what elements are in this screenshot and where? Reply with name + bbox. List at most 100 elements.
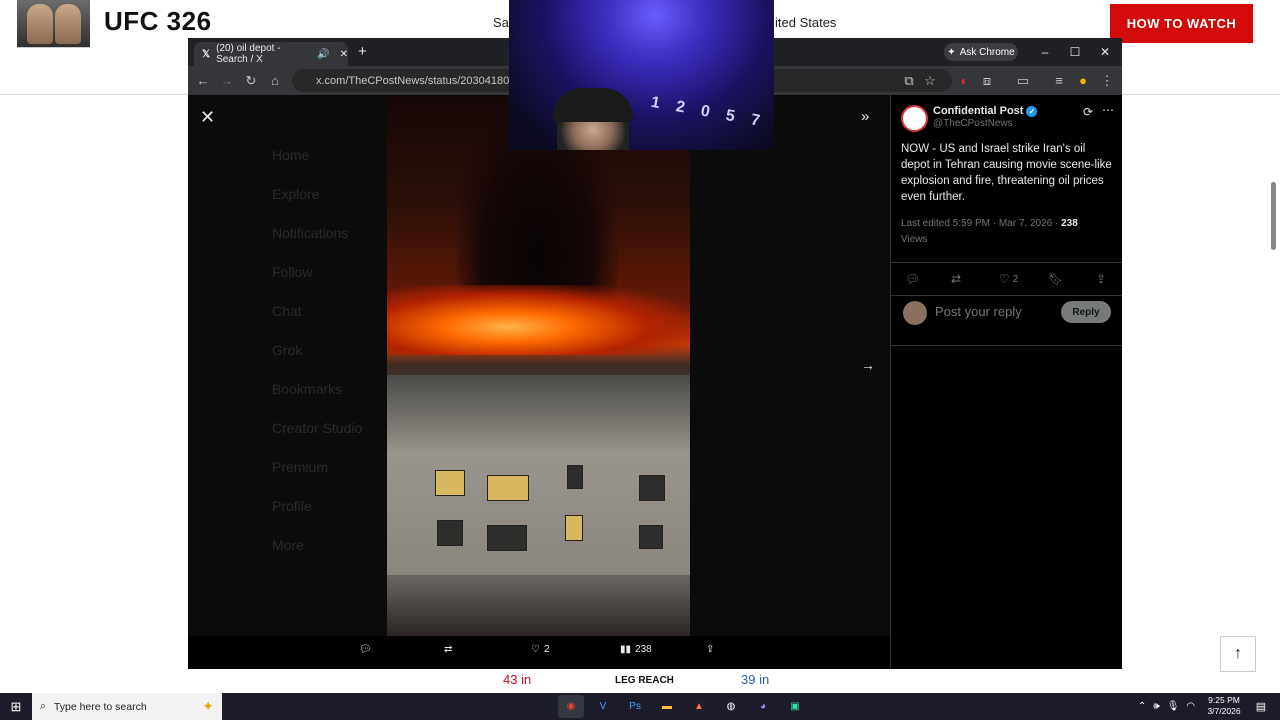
views-label: Views: [901, 234, 928, 245]
sparkle-icon: ✦: [947, 46, 956, 58]
retweet-icon[interactable]: ⇄: [951, 272, 961, 286]
clock-date: 3/7/2026: [1207, 706, 1241, 716]
reach-right-value: 39 in: [741, 672, 770, 687]
reply-icon[interactable]: 💬︎: [359, 644, 376, 655]
reach-left-value: 43 in: [503, 672, 532, 687]
page-scrollbar[interactable]: [1271, 182, 1276, 250]
tweet-panel: Confidential Post ✓ @TheCPostNews ⟳ ⋯ NO…: [890, 95, 1122, 669]
app-icon[interactable]: ▣: [782, 695, 808, 718]
tab-title: (20) oil depot - Search / X: [216, 43, 281, 65]
ask-chrome-button[interactable]: ✦ Ask Chrome: [944, 43, 1018, 61]
search-placeholder: Type here to search: [53, 700, 147, 713]
reply-icon[interactable]: 💬︎: [905, 272, 920, 286]
tweet-views-count: 238: [1061, 218, 1078, 229]
reach-label: LEG REACH: [615, 675, 674, 686]
tweet-actions: 💬︎ ⇄ ♡ 2 🔖︎ ⇪: [891, 262, 1122, 296]
reply-input[interactable]: [935, 304, 1055, 319]
sidebar-item-creator-studio: Creator Studio: [272, 420, 363, 436]
like-count: 2: [543, 644, 550, 655]
fire-glow: [387, 285, 690, 355]
notification-icon[interactable]: ▤: [1250, 693, 1272, 720]
media-control-icon[interactable]: ≡: [1048, 66, 1070, 95]
bookmark-icon[interactable]: 🔖︎: [1048, 272, 1063, 286]
file-explorer-icon[interactable]: ▬: [654, 695, 680, 718]
clock-time: 9:25 PM: [1208, 695, 1240, 705]
volume-icon[interactable]: 🕪︎: [1153, 701, 1159, 712]
x-page: Home Explore Notifications Follow Chat G…: [188, 95, 1122, 669]
sidebar-item-chat: Chat: [272, 303, 302, 319]
event-location: ited States: [775, 15, 837, 30]
chevron-up-icon[interactable]: ⌃: [1138, 701, 1146, 712]
views-count: 238: [635, 644, 652, 655]
start-button-icon[interactable]: ⊞: [0, 693, 32, 720]
sidebar-item-grok: Grok: [272, 342, 303, 358]
taskbar-search[interactable]: ⌕ Type here to search ✦: [32, 693, 222, 720]
grok-icon[interactable]: ⟳: [1083, 105, 1093, 119]
x-logo-icon: 𝕏: [202, 48, 211, 60]
maximize-icon[interactable]: ☐: [1060, 38, 1090, 66]
vegas-app-icon[interactable]: V: [590, 695, 616, 718]
speaker-icon[interactable]: 🔊: [317, 49, 329, 60]
forward-icon[interactable]: →: [216, 66, 238, 95]
scroll-to-top-button[interactable]: ↑: [1220, 636, 1256, 672]
close-media-icon[interactable]: ✕: [200, 107, 215, 128]
more-options-icon[interactable]: ⋯: [1102, 103, 1114, 117]
author-avatar[interactable]: [901, 105, 928, 132]
extension-red-icon[interactable]: ◖: [952, 66, 974, 95]
back-icon[interactable]: ←: [192, 66, 214, 95]
author-name[interactable]: Confidential Post ✓: [933, 105, 1038, 117]
webcam-overlay: 1 2 0 5 7: [509, 0, 774, 150]
steam-app-icon[interactable]: ◍: [718, 695, 744, 718]
discord-app-icon[interactable]: ◕: [750, 695, 776, 718]
sidebar-item-profile: Profile: [272, 498, 312, 514]
search-icon: ⌕: [40, 700, 46, 712]
brave-app-icon[interactable]: ▲: [686, 695, 712, 718]
how-to-watch-button[interactable]: HOW TO WATCH: [1110, 4, 1253, 43]
reload-icon[interactable]: ↻: [240, 66, 262, 95]
user-avatar: [903, 301, 927, 325]
streamer-hat: [553, 88, 633, 122]
views-icon[interactable]: ▮▮ 238: [620, 644, 652, 655]
retweet-icon[interactable]: ⇄: [444, 644, 452, 655]
tweet-meta: Last edited 5:59 PM · Mar 7, 2026 · 238 …: [901, 216, 1113, 248]
tab-search-icon[interactable]: ▭: [1012, 66, 1034, 95]
chrome-app-icon[interactable]: ◉: [558, 695, 584, 718]
panel-divider: [891, 345, 1122, 346]
tab-close-icon[interactable]: ✕: [340, 49, 348, 60]
profile-avatar[interactable]: ●: [1072, 66, 1094, 95]
close-window-icon[interactable]: ✕: [1090, 38, 1120, 66]
webcam-jersey-text: 1 2 0 5 7: [649, 93, 768, 131]
sparkle-icon: ✦: [202, 698, 214, 714]
next-media-icon[interactable]: →: [861, 357, 875, 373]
reply-button[interactable]: Reply: [1061, 301, 1111, 323]
like-icon[interactable]: ♡ 2: [999, 272, 1018, 286]
tweet-text: NOW - US and Israel strike Iran's oil de…: [901, 143, 1112, 203]
expand-icon[interactable]: »: [861, 108, 869, 125]
apartment-building: [387, 375, 690, 575]
share-icon[interactable]: ⇪: [706, 644, 714, 655]
author-handle[interactable]: @TheCPostNews: [933, 118, 1013, 129]
microphone-icon[interactable]: 🎙︎: [1167, 701, 1180, 712]
bookmark-star-icon[interactable]: ☆: [919, 66, 941, 95]
verified-badge-icon: ✓: [1026, 105, 1038, 117]
edited-timestamp: Last edited 5:59 PM · Mar 7, 2026 ·: [901, 218, 1062, 229]
new-tab-icon[interactable]: +: [358, 43, 367, 60]
wifi-icon[interactable]: ◠: [1186, 701, 1195, 712]
minimize-icon[interactable]: –: [1030, 38, 1060, 66]
windows-taskbar: ⊞ ⌕ Type here to search ✦ ◉ V Ps ▬ ▲ ◍ ◕…: [0, 693, 1280, 720]
install-icon[interactable]: ⧉: [898, 66, 920, 95]
like-icon[interactable]: ♡ 2: [531, 644, 550, 655]
author-name-text: Confidential Post: [933, 105, 1024, 117]
tweet-video[interactable]: [387, 95, 690, 636]
photoshop-app-icon[interactable]: Ps: [622, 695, 648, 718]
share-icon[interactable]: ⇪: [1096, 272, 1106, 286]
menu-icon[interactable]: ⋮: [1096, 66, 1118, 95]
extensions-icon[interactable]: ⧈: [976, 66, 998, 95]
home-icon[interactable]: ⌂: [264, 66, 286, 95]
browser-tab[interactable]: 𝕏 (20) oil depot - Search / X 🔊 ✕: [194, 42, 348, 66]
sidebar-item-explore: Explore: [272, 186, 320, 202]
sidebar-item-home: Home: [272, 147, 310, 163]
taskbar-clock[interactable]: 9:25 PM 3/7/2026: [1204, 695, 1244, 717]
sidebar-item-notifications: Notifications: [272, 225, 349, 241]
event-title: UFC 326: [104, 6, 212, 36]
